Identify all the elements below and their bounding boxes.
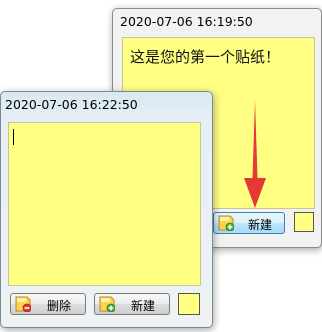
new-note-button-label: 新建: [130, 299, 155, 313]
new-note-button-label: 新建: [247, 218, 272, 232]
annotation-arrow-icon: [244, 100, 266, 208]
sticky-note-window-front[interactable]: 2020-07-06 16:22:50 删除 新建: [0, 91, 213, 328]
note-add-icon: [99, 296, 115, 312]
delete-note-button-label: 删除: [46, 299, 71, 313]
note-content-area[interactable]: [8, 122, 201, 286]
note-title: 2020-07-06 16:22:50: [5, 97, 138, 112]
note-content-text: 这是您的第一个贴纸！: [130, 48, 281, 66]
new-note-button[interactable]: 新建: [213, 212, 285, 234]
new-note-button[interactable]: 新建: [94, 293, 170, 315]
note-add-icon: [218, 215, 234, 231]
note-delete-icon: [15, 296, 31, 312]
note-title: 2020-07-06 16:19:50: [120, 14, 253, 29]
text-cursor: [13, 129, 14, 145]
delete-note-button[interactable]: 删除: [10, 293, 86, 315]
note-color-swatch[interactable]: [178, 293, 200, 315]
note-color-swatch[interactable]: [294, 212, 314, 232]
